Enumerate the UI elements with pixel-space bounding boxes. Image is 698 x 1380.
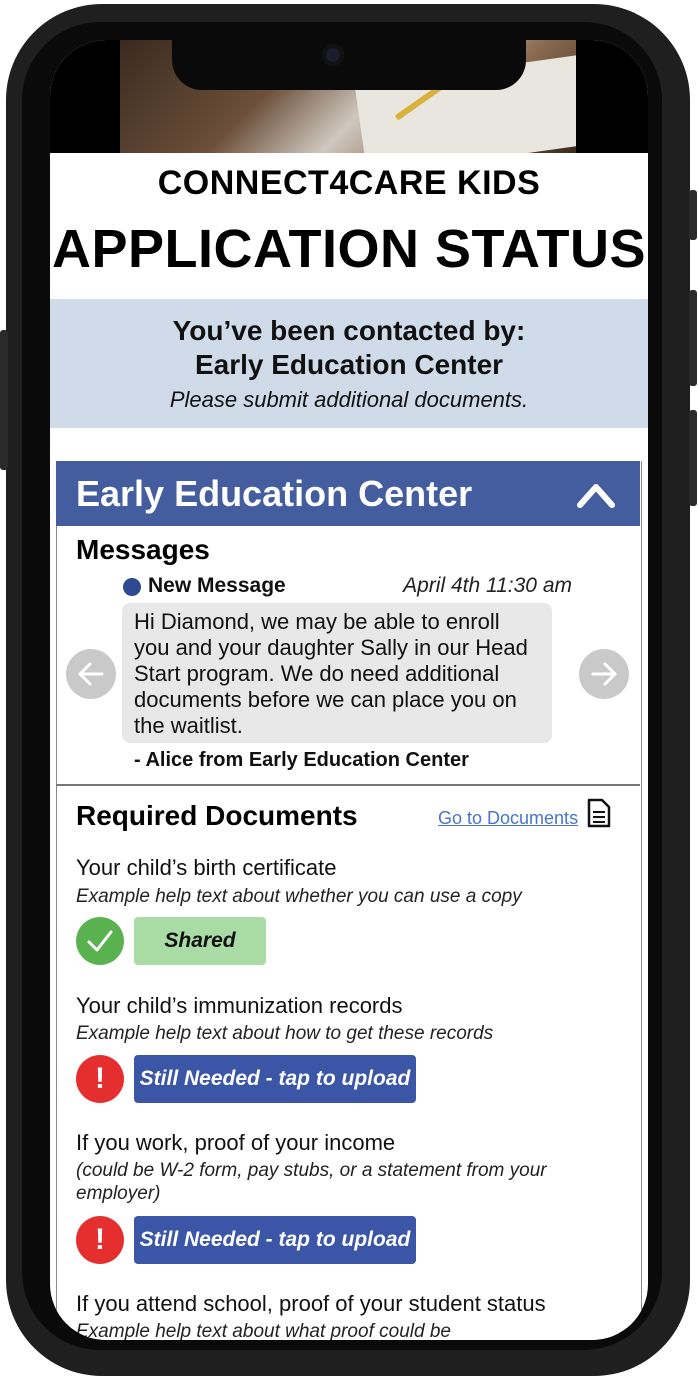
volume-button [0, 330, 8, 470]
alert-contact-name: Early Education Center [194, 349, 504, 380]
alert-heading: You’ve been contacted by: [172, 315, 526, 346]
chevron-up-icon[interactable] [576, 477, 616, 511]
camera-icon [322, 44, 344, 66]
document-item-help: Example help text about how to get these… [76, 1023, 494, 1044]
next-message-button[interactable] [579, 649, 629, 699]
message-bubble: Hi Diamond, we may be able to enroll you… [122, 603, 552, 743]
document-item-help: Example help text about what proof could… [76, 1321, 451, 1340]
document-item-title: If you work, proof of your income [76, 1130, 396, 1155]
message-signature: - Alice from Early Education Center [134, 749, 469, 771]
side-button [689, 290, 697, 386]
document-icon[interactable] [587, 798, 611, 828]
side-button [689, 410, 697, 506]
go-to-documents-link[interactable]: Go to Documents [438, 808, 578, 829]
previous-message-button[interactable] [66, 649, 116, 699]
arrow-right-icon [591, 662, 617, 686]
center-card-header[interactable]: Early Education Center [56, 461, 640, 526]
page-title: APPLICATION STATUS [52, 219, 646, 279]
brand-name: CONNECT4CARE KIDS [157, 164, 541, 202]
document-item-help: Example help text about whether you can … [76, 886, 522, 907]
contact-alert: You’ve been contacted by: Early Educatio… [50, 299, 648, 428]
check-icon [76, 917, 124, 965]
document-item-title: If you attend school, proof of your stud… [76, 1291, 546, 1316]
unread-dot-icon [123, 578, 141, 596]
document-item-title: Your child’s immunization records [76, 993, 403, 1018]
document-item-help: (could be W-2 form, pay stubs, or a stat… [76, 1160, 547, 1204]
alert-instruction: Please submit additional documents. [169, 387, 529, 412]
arrow-left-icon [78, 662, 104, 686]
message-status: New Message [148, 574, 286, 597]
messages-heading: Messages [76, 534, 210, 565]
shared-status-button[interactable]: Shared [134, 917, 266, 965]
exclamation-icon: ! [76, 1055, 124, 1103]
center-card-title: Early Education Center [76, 473, 473, 514]
upload-button[interactable]: Still Needed - tap to upload [134, 1055, 416, 1103]
exclamation-icon: ! [76, 1216, 124, 1264]
message-timestamp: April 4th 11:30 am [403, 574, 572, 597]
required-documents-heading: Required Documents [76, 800, 358, 831]
upload-button[interactable]: Still Needed - tap to upload [134, 1216, 416, 1264]
notch [172, 40, 526, 90]
side-button [689, 190, 697, 240]
screen: CONNECT4CARE KIDS APPLICATION STATUS You… [50, 40, 648, 1340]
divider [56, 784, 640, 786]
document-item-title: Your child’s birth certificate [76, 855, 337, 880]
